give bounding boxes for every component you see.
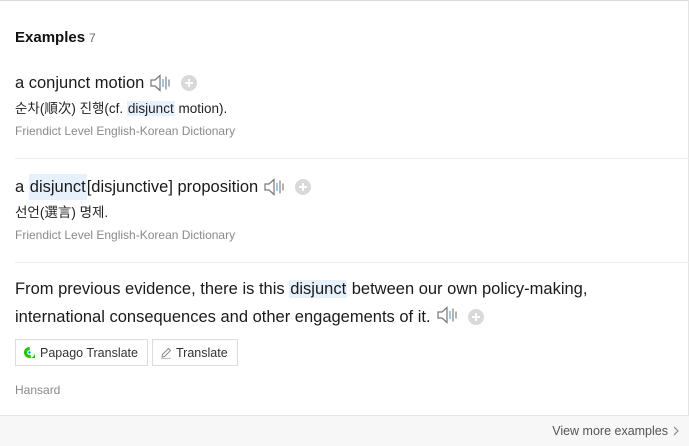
example-text: [disjunctive] proposition (86, 178, 259, 196)
top-divider (0, 0, 689, 1)
speaker-icon[interactable] (436, 305, 462, 325)
example-sentence: From previous evidence, there is this di… (15, 275, 615, 331)
examples-header: Examples 7 (15, 29, 96, 46)
view-more-examples-link[interactable]: View more examples (552, 424, 679, 438)
keyword-highlight: disjunct (28, 174, 87, 200)
translate-button[interactable]: Translate (152, 339, 238, 366)
view-more-label: View more examples (552, 424, 668, 438)
example-translation: 순차(順次) 진행(cf. disjunct motion). (15, 100, 689, 118)
example-source: Hansard (15, 383, 61, 397)
example-sentence: a disjunct [disjunctive] proposition (15, 174, 689, 200)
example-source: Friendict Level English-Korean Dictionar… (15, 124, 236, 138)
example-text: From previous evidence, there is this (15, 280, 290, 298)
keyword-highlight: disjunct (289, 280, 348, 298)
keyword-highlight: disjunct (126, 101, 175, 116)
chevron-right-icon (673, 426, 679, 436)
pencil-icon (160, 347, 172, 359)
add-icon[interactable] (181, 75, 198, 91)
examples-footer: View more examples (0, 415, 689, 446)
example-item: a disjunct [disjunctive] proposition 선언(選… (15, 174, 689, 263)
example-translation: 선언(選言) 명제. (15, 205, 109, 220)
examples-count: 7 (89, 31, 96, 45)
example-text: a (15, 178, 29, 196)
example-source: Friendict Level English-Korean Dictionar… (15, 228, 236, 242)
speaker-icon[interactable] (149, 73, 175, 93)
example-text: a conjunct motion (15, 74, 145, 92)
add-icon[interactable] (467, 309, 484, 325)
examples-title: Examples (15, 29, 86, 46)
example-item: a conjunct motion 순차(順次) 진행(cf. disjunct… (15, 70, 689, 159)
translate-buttons: Papago Translate Translate (15, 339, 689, 366)
translate-label: Translate (176, 345, 228, 360)
papago-icon (23, 346, 36, 359)
example-sentence: a conjunct motion (15, 70, 689, 96)
speaker-icon[interactable] (263, 177, 289, 197)
papago-translate-label: Papago Translate (40, 345, 138, 360)
translation-text: 순차(順次) 진행(cf. (15, 101, 127, 116)
papago-translate-button[interactable]: Papago Translate (15, 339, 148, 366)
example-item: From previous evidence, there is this di… (15, 275, 689, 397)
add-icon[interactable] (295, 179, 312, 195)
translation-text: motion). (174, 101, 228, 116)
